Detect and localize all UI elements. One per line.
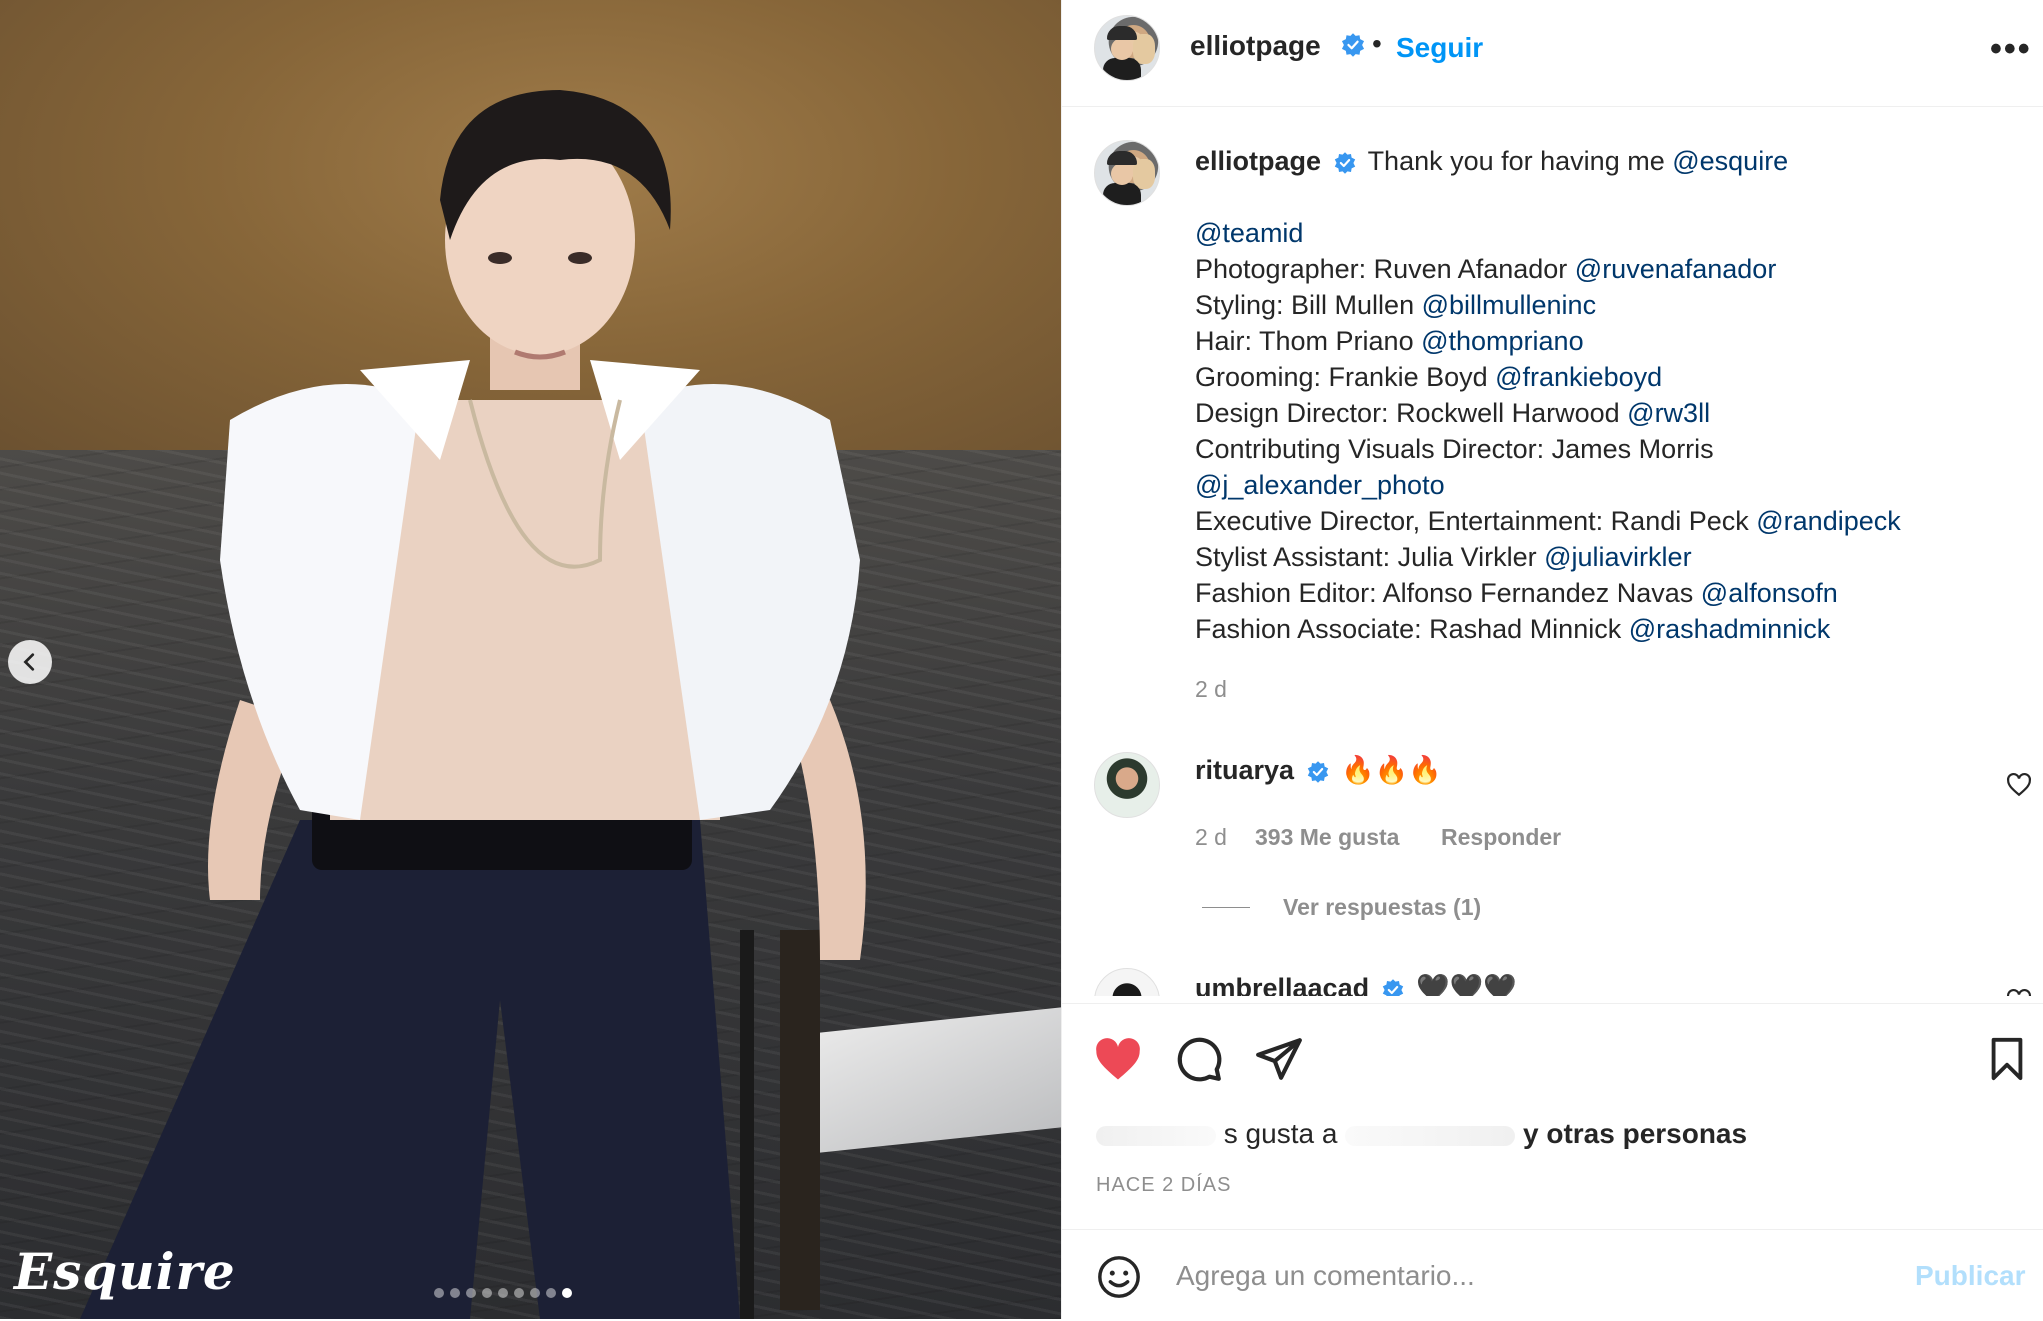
likes-summary[interactable]: s gusta a y otras personas [1096,1118,1747,1150]
caption-line-label: Stylist Assistant: Julia Virkler [1195,542,1545,572]
comment-like-heart-icon[interactable] [2006,988,2032,996]
caption-first-line: elliotpage Thank you for having me @esqu… [1195,146,1788,177]
carousel-dot-active [562,1288,572,1298]
caption-line: Hair: Thom Priano @thompriano [1195,326,1584,357]
mention-link[interactable]: @j_alexander_photo [1195,470,1445,500]
esquire-logo: Esquire [14,1242,236,1301]
mention-link[interactable]: @thompriano [1421,326,1584,356]
chevron-left-icon [23,653,35,671]
author-username[interactable]: elliotpage [1190,30,1321,62]
share-paper-plane-icon[interactable] [1254,1034,1304,1084]
carousel-prev-button[interactable] [8,640,52,684]
verified-icon [1302,755,1342,785]
mention-link[interactable]: @esquire [1672,146,1788,176]
caption-line-label: Photographer: Ruven Afanador [1195,254,1575,284]
emoji-smiley-icon[interactable] [1096,1254,1142,1300]
more-options-icon[interactable]: ••• [1990,30,2032,69]
commenter-avatar[interactable] [1094,752,1160,818]
liker-name-redacted [1345,1125,1516,1146]
verified-icon [1329,146,1368,176]
caption-line-label: Executive Director, Entertainment: Randi… [1195,506,1757,536]
likes-prefix: s gusta a [1223,1118,1338,1149]
commenter-username[interactable]: rituarya [1195,755,1294,785]
post-header: elliotpage • Seguir ••• [1062,0,2043,107]
comment-input[interactable] [1174,1250,1858,1302]
caption-line: @j_alexander_photo [1195,470,1445,501]
verified-icon [1377,973,1417,996]
post-actions: s gusta a y otras personas HACE 2 DÍAS P… [1062,1003,2043,1320]
caption-line-label: Grooming: Frankie Boyd [1195,362,1496,392]
comment-like-heart-icon[interactable] [2006,772,2032,798]
caption-line: Photographer: Ruven Afanador @ruvenafana… [1195,254,1776,285]
liker-avatars-redacted [1096,1125,1216,1146]
comment-line: umbrellaacad 🖤🖤🖤 [1195,972,1517,996]
caption-line: Executive Director, Entertainment: Randi… [1195,506,1901,537]
mention-link[interactable]: @billmulleninc [1422,290,1596,320]
comment-time[interactable]: 2 d [1195,824,1227,851]
caption-line: Fashion Editor: Alfonso Fernandez Navas … [1195,578,1838,609]
follow-button[interactable]: Seguir [1396,32,1483,64]
comment-composer: Publicar [1062,1229,2043,1321]
caption-line: Grooming: Frankie Boyd @frankieboyd [1195,362,1662,393]
mention-link[interactable]: @randipeck [1756,506,1900,536]
mention-link[interactable]: @rashadminnick [1629,614,1831,644]
post-side-panel: elliotpage • Seguir ••• elliotpage Thank… [1061,0,2043,1319]
caption-line-label: Fashion Editor: Alfonso Fernandez Navas [1195,578,1701,608]
caption-line: Styling: Bill Mullen @billmulleninc [1195,290,1596,321]
photo-subject [80,90,866,1319]
reply-button[interactable]: Responder [1441,824,1561,851]
carousel-dot [466,1288,476,1298]
post-timestamp[interactable]: HACE 2 DÍAS [1096,1174,1231,1197]
caption-line: Design Director: Rockwell Harwood @rw3ll [1195,398,1710,429]
carousel-dot [450,1288,460,1298]
carousel-dot [546,1288,556,1298]
caption-line-label: Design Director: Rockwell Harwood [1195,398,1628,428]
caption-line: @teamid [1195,218,1303,249]
carousel-dot [498,1288,508,1298]
carousel-dot [514,1288,524,1298]
comment-text: 🖤🖤🖤 [1416,973,1517,996]
mention-link[interactable]: @juliavirkler [1544,542,1691,572]
mention-link[interactable]: @teamid [1195,218,1303,248]
header-separator: • [1372,28,1382,59]
commenter-username[interactable]: umbrellaacad [1195,973,1369,996]
caption-line-label: Hair: Thom Priano [1195,326,1422,356]
comment-likes-count[interactable]: 393 Me gusta [1255,824,1399,851]
commenter-avatar[interactable] [1094,968,1160,996]
caption-time[interactable]: 2 d [1195,676,1227,703]
caption-intro: Thank you for having me [1367,146,1673,176]
carousel-dot [434,1288,444,1298]
mention-link[interactable]: @rw3ll [1627,398,1710,428]
verified-icon [1334,32,1366,58]
caption-line-label: Contributing Visuals Director: James Mor… [1195,434,1714,464]
carousel-dot [482,1288,492,1298]
caption-line: Contributing Visuals Director: James Mor… [1195,434,1714,465]
like-heart-icon[interactable] [1092,1034,1144,1086]
comment-bubble-icon[interactable] [1174,1034,1224,1084]
caption-username[interactable]: elliotpage [1195,146,1321,176]
mention-link[interactable]: @frankieboyd [1495,362,1662,392]
caption-line: Stylist Assistant: Julia Virkler @juliav… [1195,542,1692,573]
publish-button[interactable]: Publicar [1915,1260,2025,1292]
author-avatar[interactable] [1094,15,1160,81]
post-photo[interactable]: Esquire [0,0,1061,1319]
carousel-dot [530,1288,540,1298]
replies-divider [1202,907,1250,908]
save-bookmark-icon[interactable] [1984,1034,2030,1084]
view-replies-button[interactable]: Ver respuestas (1) [1283,894,1481,921]
caption-author-avatar[interactable] [1094,140,1160,206]
comment-line: rituarya 🔥🔥🔥 [1195,754,1442,786]
caption-line-label: Fashion Associate: Rashad Minnick [1195,614,1629,644]
mention-link[interactable]: @ruvenafanador [1575,254,1777,284]
caption-scroll-area[interactable]: elliotpage Thank you for having me @esqu… [1062,106,2043,996]
comment-text: 🔥🔥🔥 [1341,755,1442,785]
caption-line: Fashion Associate: Rashad Minnick @rasha… [1195,614,1830,645]
mention-link[interactable]: @alfonsofn [1701,578,1838,608]
carousel-dots [434,1288,572,1298]
likes-suffix: y otras personas [1522,1118,1748,1149]
caption-line-label: Styling: Bill Mullen [1195,290,1422,320]
